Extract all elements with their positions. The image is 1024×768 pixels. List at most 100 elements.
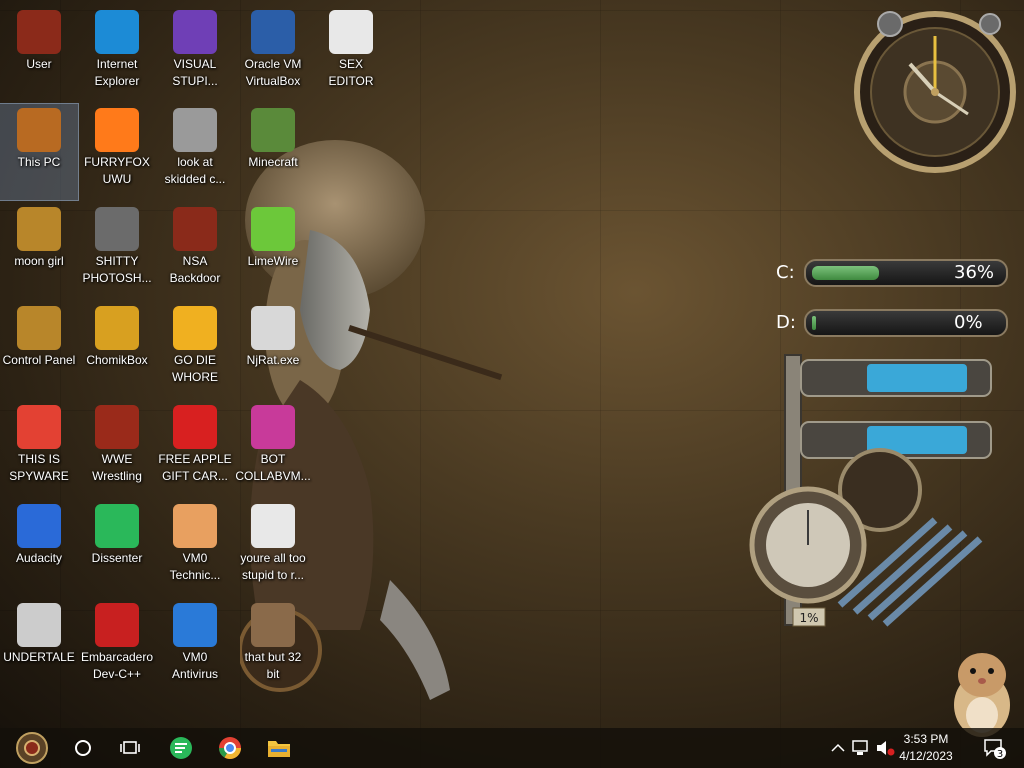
clock-time: 3:53 PM [903, 732, 949, 746]
hamster-desktop-pet[interactable] [945, 645, 1020, 740]
network-tray-button[interactable] [850, 732, 872, 764]
desktop-icon-visual-studio[interactable]: VISUAL STUPI... [156, 6, 234, 102]
tv-icon [95, 405, 139, 449]
cortana-circle-icon [75, 740, 91, 756]
desktop-icon-user-folder[interactable]: User [0, 6, 78, 102]
steampunk-clock-widget[interactable] [850, 4, 1020, 174]
visual-studio-icon [173, 10, 217, 54]
picture-icon [173, 207, 217, 251]
copy-files-icon [173, 108, 217, 152]
desktop-icon-devcpp[interactable]: Embarcadero Dev-C++ [78, 599, 156, 695]
desktop-icon-portrait[interactable]: that but 32 bit [234, 599, 312, 695]
desktop-icon-label: GO DIE WHORE [172, 353, 218, 384]
file-explorer-icon [268, 741, 290, 757]
desktop-icon-tv[interactable]: WWE Wrestling [78, 401, 156, 497]
desktop-icon-label: Oracle VM VirtualBox [244, 57, 302, 88]
network-icon [852, 740, 868, 755]
desktop-icon-skull[interactable]: NjRat.exe [234, 302, 312, 398]
desktop-icon-label: youre all too stupid to r... [240, 551, 306, 582]
chrome-icon [17, 405, 61, 449]
taskbar-clock[interactable]: 3:53 PM 4/12/2023 [886, 731, 966, 765]
action-center-button[interactable]: 3 [982, 732, 1008, 764]
firefox-icon [95, 108, 139, 152]
task-view-button[interactable] [114, 732, 146, 764]
desktop-icon-label: NjRat.exe [246, 353, 300, 367]
desktop-icon-virtualbox[interactable]: Oracle VM VirtualBox [234, 6, 312, 102]
chevron-up-icon [831, 743, 845, 752]
desktop-icon-picture[interactable]: NSA Backdoor [156, 203, 234, 299]
desktop-icon-label: Minecraft [248, 155, 298, 169]
taskbar-file-explorer[interactable] [263, 732, 295, 764]
desktop-icon-chrome[interactable]: THIS IS SPYWARE [0, 401, 78, 497]
desktop-icon-this-pc[interactable]: This PC [0, 103, 79, 201]
control-panel-icon [17, 306, 61, 350]
desktop-icon-control-panel[interactable]: Control Panel [0, 302, 78, 398]
desktop-icon-unity[interactable]: UNDERTALE [0, 599, 78, 695]
desktop-icon-apple[interactable]: FREE APPLE GIFT CAR... [156, 401, 234, 497]
desktop-icon-label: Dissenter [91, 551, 143, 565]
desktop-icon-edge[interactable]: Internet Explorer [78, 6, 156, 102]
notification-count: 3 [997, 749, 1003, 760]
taskbar-dissenter[interactable] [165, 732, 197, 764]
task-view-icon [120, 741, 140, 754]
desktop-icon-label: Control Panel [2, 353, 76, 367]
desktop-icon-dissenter[interactable]: Dissenter [78, 500, 156, 596]
desktop-icon-chomikbox[interactable]: ChomikBox [78, 302, 156, 398]
minecraft-icon [251, 108, 295, 152]
drive-d-usage-fill [812, 316, 816, 330]
chrome-taskbar-icon [219, 737, 241, 759]
cortana-button[interactable] [67, 732, 99, 764]
desktop-icon-sketch-face[interactable]: youre all too stupid to r... [234, 500, 312, 596]
shield-icon [173, 603, 217, 647]
drive-c-percent: 36% [954, 262, 995, 283]
desktop-icon-label: WWE Wrestling [92, 452, 142, 483]
desktop-icon-label: VM0 Technic... [169, 551, 221, 582]
desktop-icon-technician[interactable]: VM0 Technic... [156, 500, 234, 596]
desktop-icon-copy-files[interactable]: look at skidded c... [156, 104, 234, 200]
start-button[interactable] [14, 732, 50, 764]
desktop-icon-label: Embarcadero Dev-C++ [80, 650, 154, 681]
desktop-icon-label: ChomikBox [86, 353, 148, 367]
desktop-icon-label: SHITTY PHOTOSH... [82, 254, 152, 285]
dissenter-taskbar-icon [170, 737, 192, 759]
desktop-icon-shield[interactable]: VM0 Antivirus [156, 599, 234, 695]
desktop-icon-label: FURRYFOX UWU [84, 155, 150, 186]
steampunk-pipes-widget: 1% [749, 354, 992, 627]
desktop-icon-minecraft[interactable]: Minecraft [234, 104, 312, 200]
sketch-face-icon [251, 504, 295, 548]
notification-icon: 3 [984, 739, 1006, 760]
desktop-icon-book[interactable]: moon girl [0, 203, 78, 299]
cpu-gauge-percent: 1% [799, 611, 818, 625]
desktop-icon-de[interactable]: GO DIE WHORE [156, 302, 234, 398]
desktop-icon-monitor[interactable]: BOT COLLABVM... [234, 401, 312, 497]
clock-date: 4/12/2023 [899, 749, 953, 763]
show-hidden-icons-button[interactable] [828, 732, 848, 764]
taskbar-chrome[interactable] [214, 732, 246, 764]
user-folder-icon [17, 10, 61, 54]
desktop-icon-label: SEX EDITOR [328, 57, 374, 88]
gimp-icon [95, 207, 139, 251]
drive-d-label: D: [776, 312, 796, 333]
steampunk-start-icon [16, 732, 48, 764]
desktop-icon-label: that but 32 bit [244, 650, 302, 681]
hxd-icon [329, 10, 373, 54]
desktop-icon-label: NSA Backdoor [169, 254, 221, 285]
desktop-icon-label: VM0 Antivirus [171, 650, 218, 681]
desktop-icon-hxd[interactable]: SEX EDITOR [312, 6, 390, 102]
desktop-icon-gimp[interactable]: SHITTY PHOTOSH... [78, 203, 156, 299]
desktop-icon-label: LimeWire [247, 254, 299, 268]
virtualbox-icon [251, 10, 295, 54]
desktop-icon-label: moon girl [14, 254, 64, 268]
audacity-icon [17, 504, 61, 548]
desktop-icon-label: VISUAL STUPI... [172, 57, 218, 88]
skull-icon [251, 306, 295, 350]
desktop-icon-limewire[interactable]: LimeWire [234, 203, 312, 299]
desktop-icon-audacity[interactable]: Audacity [0, 500, 78, 596]
drive-c-label: C: [776, 262, 795, 283]
dissenter-icon [95, 504, 139, 548]
desktop-icon-label: This PC [17, 155, 61, 169]
desktop-icon-firefox[interactable]: FURRYFOX UWU [78, 104, 156, 200]
desktop-icon-label: look at skidded c... [164, 155, 226, 186]
desktop-icon-label: User [26, 57, 52, 71]
apple-icon [173, 405, 217, 449]
